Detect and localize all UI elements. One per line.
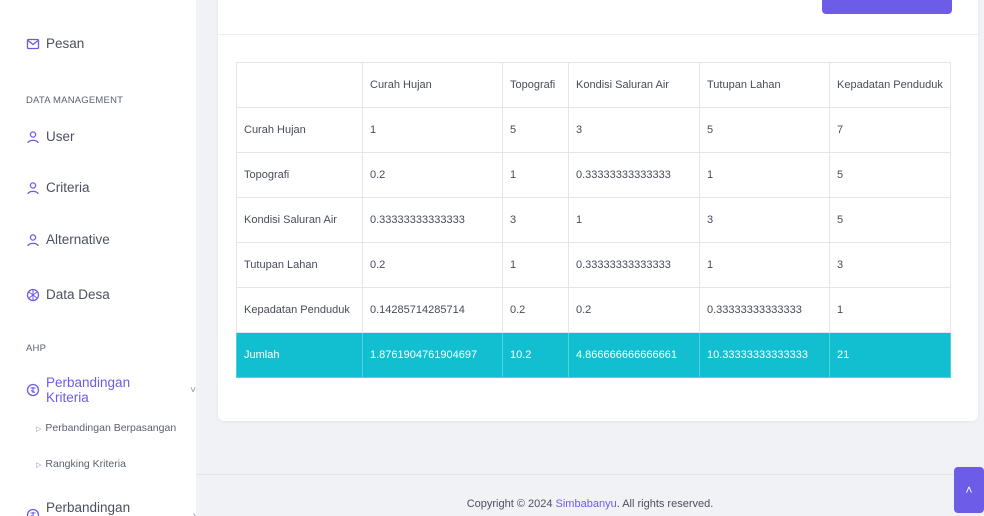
sidebar-subitem-label: Rangking Kriteria [45,458,126,470]
card-divider [218,34,978,35]
footer-brand-link[interactable]: Simbabanyu [556,498,617,510]
user-icon [26,130,40,144]
table-header-cell [236,62,363,108]
footer-prefix: Copyright © 2024 [466,498,556,510]
row-label-cell: Tutupan Lahan [236,242,363,288]
table-cell: 0.2 [502,287,569,333]
card-action-button[interactable] [822,0,952,14]
table-header-cell: Kepadatan Penduduk [829,62,951,108]
table-header-cell: Curah Hujan [362,62,503,108]
chevron-right-icon: › [192,509,196,516]
bullet-arrow-icon: ▷ [36,462,42,469]
sidebar-subitem-label: Perbandingan Berpasangan [45,422,177,434]
footer-copyright: Copyright © 2024 Simbabanyu. All rights … [196,498,984,510]
table-row: Tutupan Lahan 0.2 1 0.33333333333333 1 3 [236,242,951,288]
total-cell: 21 [829,332,951,378]
scroll-to-top-button[interactable]: ˄ [954,467,984,513]
sidebar-subitem-perbandingan-berpasangan[interactable]: ▷ Perbandingan Berpasangan [36,422,176,434]
table-cell: 3 [568,107,700,153]
table-cell: 3 [699,197,830,243]
total-cell: 1.8761904761904697 [362,332,503,378]
table-header-cell: Kondisi Saluran Air [568,62,700,108]
table-cell: 1 [362,107,503,153]
sidebar-item-label: Alternative [46,232,110,247]
table-cell: 7 [829,107,951,153]
sidebar: Pesan DATA MANAGEMENT User Criteria Alte… [0,0,196,516]
row-label-cell: Kepadatan Penduduk [236,287,363,333]
total-label-cell: Jumlah [236,332,363,378]
table-cell: 1 [502,242,569,288]
table-cell: 5 [502,107,569,153]
table-header-row: Curah Hujan Topografi Kondisi Saluran Ai… [236,62,951,108]
table-cell: 3 [502,197,569,243]
table-cell: 1 [699,152,830,198]
sidebar-item-label: User [46,129,75,144]
table-row: Kepadatan Penduduk 0.14285714285714 0.2 … [236,287,951,333]
row-label-cell: Kondisi Saluran Air [236,197,363,243]
table-cell: 0.33333333333333 [568,242,700,288]
sidebar-item-perbandingan-kriteria[interactable]: Perbandingan Kriteria ˅ [26,375,196,405]
section-label-ahp: AHP [26,343,47,354]
sidebar-item-perbandingan-alternatif[interactable]: Perbandingan Alternatif › [26,500,196,516]
sidebar-item-label: Data Desa [46,287,110,302]
table-cell: 0.2 [362,152,503,198]
table-cell: 0.33333333333333 [568,152,700,198]
sidebar-item-label: Pesan [46,36,85,51]
section-label-data-management: DATA MANAGEMENT [26,95,124,106]
table-cell: 1 [699,242,830,288]
table-cell: 0.2 [362,242,503,288]
table-row: Kondisi Saluran Air 0.33333333333333 3 1… [236,197,951,243]
table-total-row: Jumlah 1.8761904761904697 10.2 4.8666666… [236,332,951,378]
chevron-up-icon: ˄ [965,483,973,497]
total-cell: 10.2 [502,332,569,378]
sidebar-item-user[interactable]: User [26,129,75,144]
table-header-cell: Topografi [502,62,569,108]
footer-suffix: . All rights reserved. [616,498,714,510]
table-cell: 0.33333333333333 [699,287,830,333]
scale-icon [26,508,40,516]
scale-icon [26,383,40,397]
user-icon [26,181,40,195]
total-cell: 4.866666666666661 [568,332,700,378]
table-header-cell: Tutupan Lahan [699,62,830,108]
globe-icon [26,288,40,302]
table-row: Topografi 0.2 1 0.33333333333333 1 5 [236,152,951,198]
table-cell: 5 [699,107,830,153]
bullet-arrow-icon: ▷ [36,426,42,433]
total-cell: 10.33333333333333 [699,332,830,378]
footer-divider [196,474,984,475]
table-cell: 5 [829,152,951,198]
table-cell: 0.33333333333333 [362,197,503,243]
table-cell: 3 [829,242,951,288]
chevron-down-icon: ˅ [190,384,196,396]
user-icon [26,233,40,247]
table-row: Curah Hujan 1 5 3 5 7 [236,107,951,153]
table-cell: 1 [829,287,951,333]
sidebar-item-data-desa[interactable]: Data Desa [26,287,110,302]
table-cell: 0.14285714285714 [362,287,503,333]
table-cell: 0.2 [568,287,700,333]
pairwise-comparison-table: Curah Hujan Topografi Kondisi Saluran Ai… [236,62,951,378]
table-cell: 1 [502,152,569,198]
sidebar-item-alternative[interactable]: Alternative [26,232,110,247]
sidebar-item-label: Perbandingan Kriteria [46,375,131,405]
sidebar-item-pesan[interactable]: Pesan [26,36,84,51]
table-cell: 5 [829,197,951,243]
sidebar-item-criteria[interactable]: Criteria [26,180,90,195]
mail-icon [26,37,40,51]
table-cell: 1 [568,197,700,243]
sidebar-item-label: Criteria [46,180,90,195]
row-label-cell: Topografi [236,152,363,198]
sidebar-subitem-rangking-kriteria[interactable]: ▷ Rangking Kriteria [36,458,126,470]
row-label-cell: Curah Hujan [236,107,363,153]
sidebar-item-label: Perbandingan Alternatif [46,500,131,516]
